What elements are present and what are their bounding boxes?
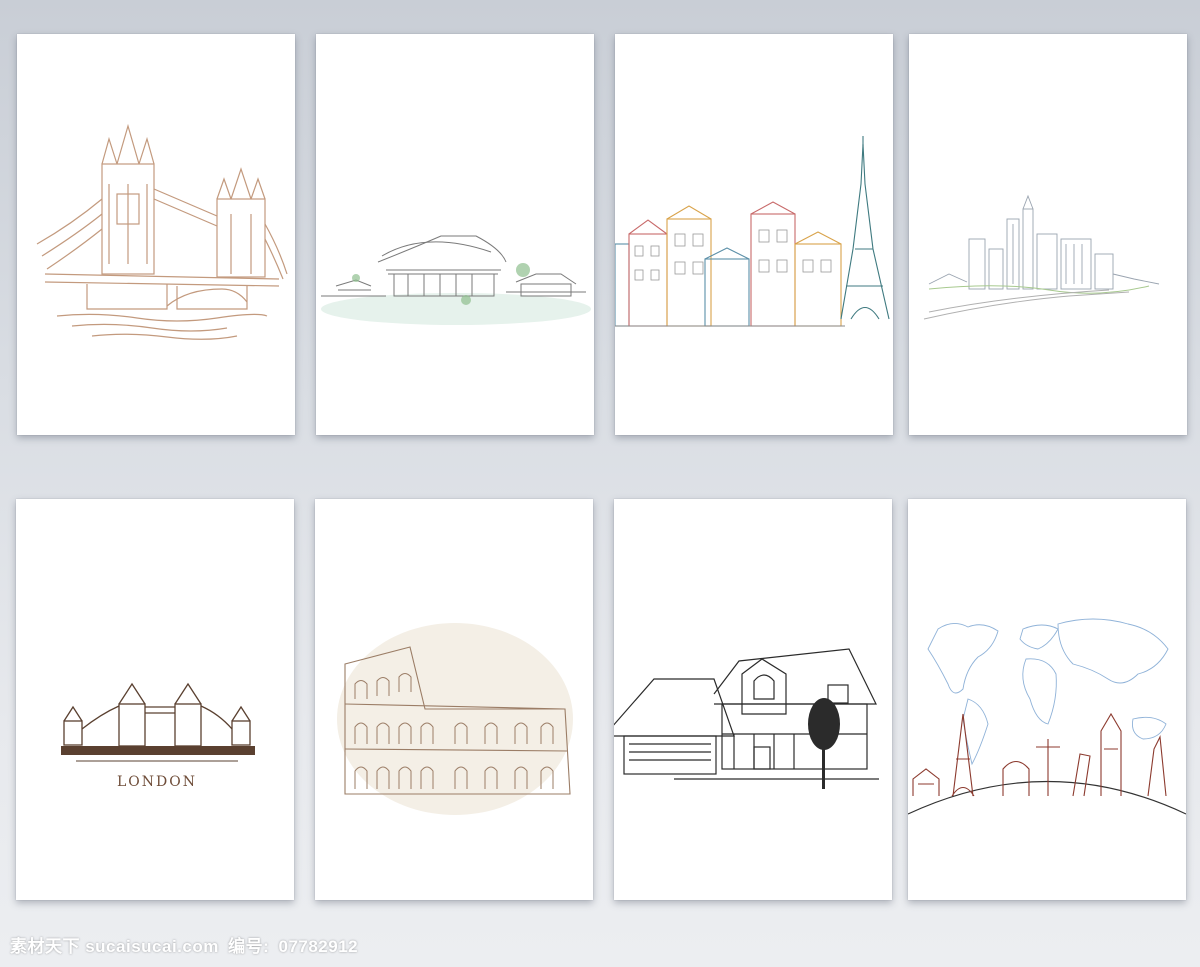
card-paris-street[interactable] <box>615 34 893 435</box>
tower-bridge-sketch-icon <box>36 123 288 340</box>
watermark: 素材天下 sucaisucai.com 编号: 07782912 <box>10 932 362 957</box>
card-colosseum[interactable] <box>315 499 593 900</box>
card-chinese-palace[interactable] <box>316 34 594 435</box>
watermark-site: 素材天下 sucaisucai.com <box>10 937 219 956</box>
watermark-id-value: 07782912 <box>278 937 359 956</box>
chinese-palace-sketch-icon <box>321 235 591 325</box>
card-tower-bridge[interactable] <box>17 34 295 435</box>
skyline-sketch-icon <box>923 194 1160 320</box>
london-label: LONDON <box>117 774 197 790</box>
card-london-bridge[interactable]: LONDON <box>16 499 294 900</box>
watermark-id-label: 编号: <box>228 937 270 956</box>
card-house[interactable] <box>614 499 892 900</box>
london-bridge-icon: LONDON <box>61 682 255 790</box>
card-world-landmarks[interactable] <box>908 499 1186 900</box>
colosseum-sketch-icon <box>337 623 573 815</box>
world-landmarks-icon <box>908 618 1186 815</box>
paris-street-sketch-icon <box>615 136 890 327</box>
house-sketch-icon <box>614 648 879 789</box>
card-skyline[interactable] <box>909 34 1187 435</box>
